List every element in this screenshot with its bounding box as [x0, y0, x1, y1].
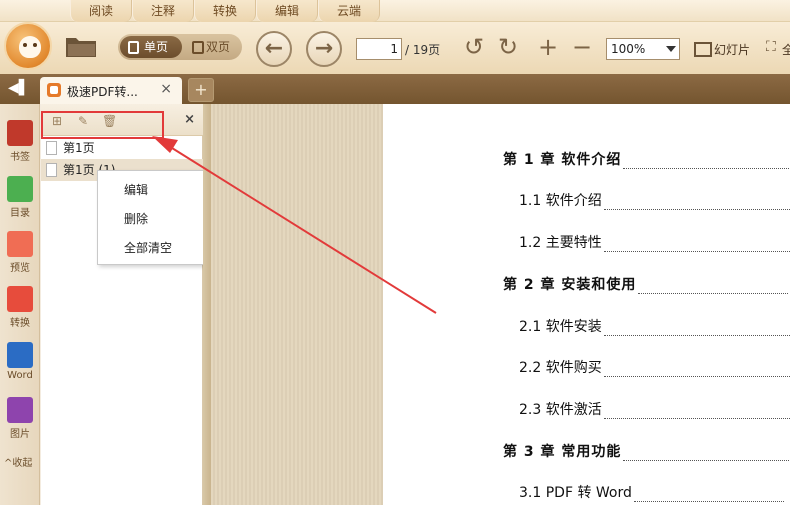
annotation-arrow — [152, 136, 437, 314]
